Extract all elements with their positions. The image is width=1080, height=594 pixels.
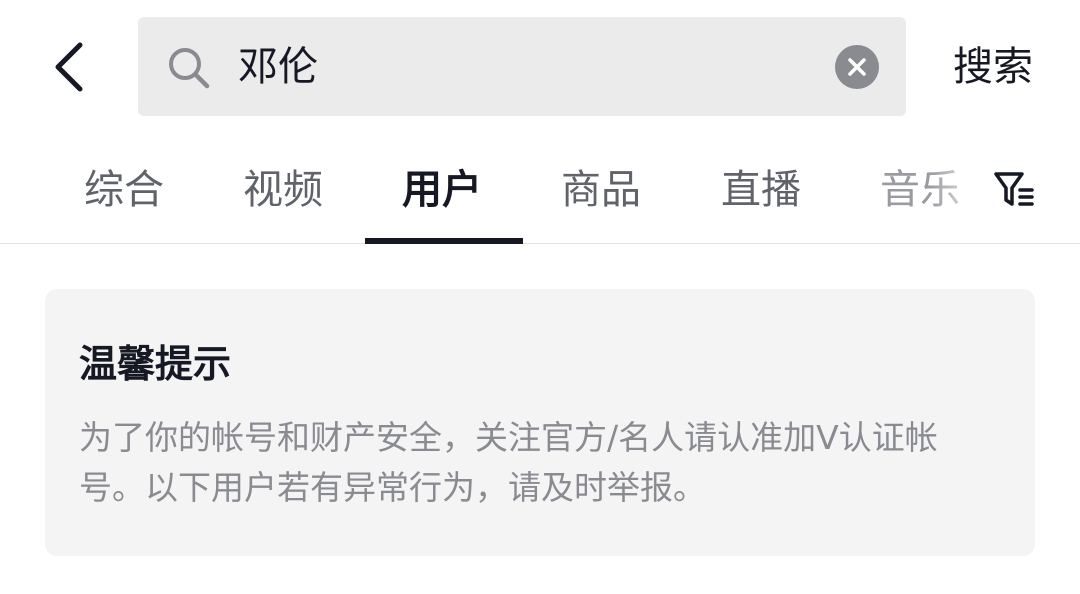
search-icon [169,48,210,89]
tab-videos[interactable]: 视频 [203,160,363,220]
safety-notice-card: 温馨提示 为了你的帐号和财产安全，关注官方/名人请认准加V认证帐号。以下用户若有… [45,289,1035,556]
search-tabs: 综合 视频 用户 商品 直播 音乐 [0,134,1080,244]
active-tab-indicator [365,238,523,244]
clear-icon [848,58,866,76]
back-button[interactable] [40,36,98,98]
filter-icon [994,172,1034,206]
top-bar: 搜索 [0,0,1080,134]
search-box[interactable] [138,17,906,116]
tab-music[interactable]: 音乐 [840,160,1000,220]
back-arrow-icon [55,42,83,92]
clear-search-button[interactable] [835,45,879,89]
tab-users[interactable]: 用户 [362,160,522,220]
search-input[interactable] [238,31,818,103]
tab-products[interactable]: 商品 [521,160,681,220]
filter-button[interactable] [988,164,1040,216]
notice-title: 温馨提示 [79,342,232,386]
tab-comprehensive[interactable]: 综合 [44,160,204,220]
search-submit-button[interactable]: 搜索 [938,36,1048,98]
notice-body: 为了你的帐号和财产安全，关注官方/名人请认准加V认证帐号。以下用户若有异常行为，… [79,418,938,507]
tab-live[interactable]: 直播 [681,160,841,220]
